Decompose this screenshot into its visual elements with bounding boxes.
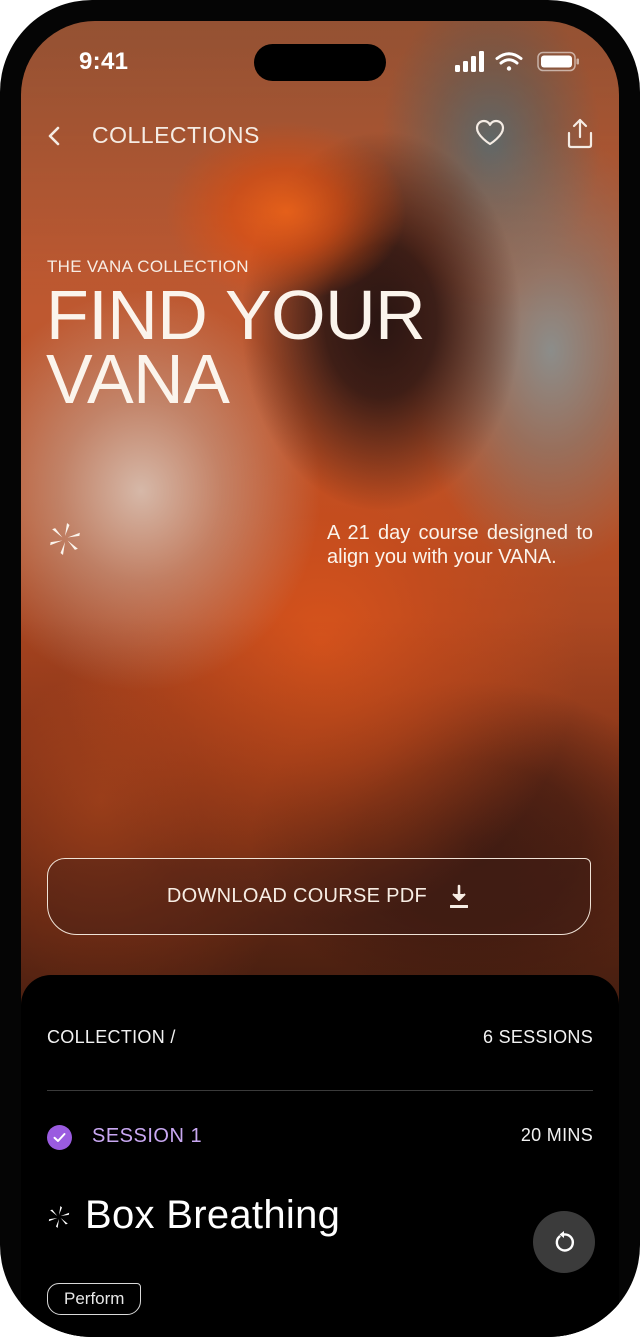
collection-eyebrow: THE VANA COLLECTION	[47, 257, 249, 276]
session-duration: 20 MINS	[520, 1125, 593, 1145]
checkmark-glyph	[53, 1133, 66, 1142]
replay-button[interactable]	[533, 1211, 595, 1273]
collection-header: COLLECTION / 6 SESSIONS	[47, 1027, 593, 1053]
vana-star-small-icon	[48, 1206, 70, 1228]
session-number: SESSION 1	[92, 1125, 203, 1147]
dynamic-island	[254, 44, 386, 81]
collection-label: COLLECTION /	[47, 1027, 176, 1047]
session-tag[interactable]: Perform	[47, 1283, 142, 1315]
session-title: Box Breathing	[85, 1193, 341, 1237]
download-pdf-button[interactable]: DOWNLOAD COURSE PDF	[47, 858, 591, 935]
divider	[47, 1090, 593, 1091]
wifi-icon	[495, 52, 523, 71]
sessions-count: 6 SESSIONS	[482, 1027, 593, 1047]
app-screen: 9:41 COLLECTIONS THE VANA COLLECTION FIN…	[21, 21, 619, 1337]
signal-icon	[455, 51, 484, 72]
chevron-left-icon[interactable]	[43, 122, 67, 150]
phone-frame: 9:41 COLLECTIONS THE VANA COLLECTION FIN…	[0, 0, 640, 1337]
sessions-sheet: COLLECTION / 6 SESSIONS SESSION 1 20 MIN…	[21, 975, 619, 1337]
hero-headline: FIND YOUR VANA	[46, 276, 426, 418]
download-icon	[450, 884, 469, 908]
course-description: A 21 day course designed to align you wi…	[327, 522, 593, 568]
nav-title: COLLECTIONS	[92, 122, 260, 148]
check-icon[interactable]	[47, 1125, 72, 1150]
vana-star-icon	[50, 523, 80, 555]
share-icon[interactable]	[565, 116, 595, 150]
heart-icon[interactable]	[473, 116, 507, 150]
download-pdf-label: DOWNLOAD COURSE PDF	[166, 885, 428, 907]
battery-icon	[537, 51, 579, 72]
session-header: SESSION 1 20 MINS	[47, 1123, 593, 1153]
status-icons	[455, 51, 579, 72]
session-title-row[interactable]: Box Breathing	[47, 1193, 593, 1247]
top-nav: COLLECTIONS	[21, 116, 619, 156]
replay-icon	[555, 1231, 575, 1252]
status-time: 9:41	[79, 48, 129, 75]
